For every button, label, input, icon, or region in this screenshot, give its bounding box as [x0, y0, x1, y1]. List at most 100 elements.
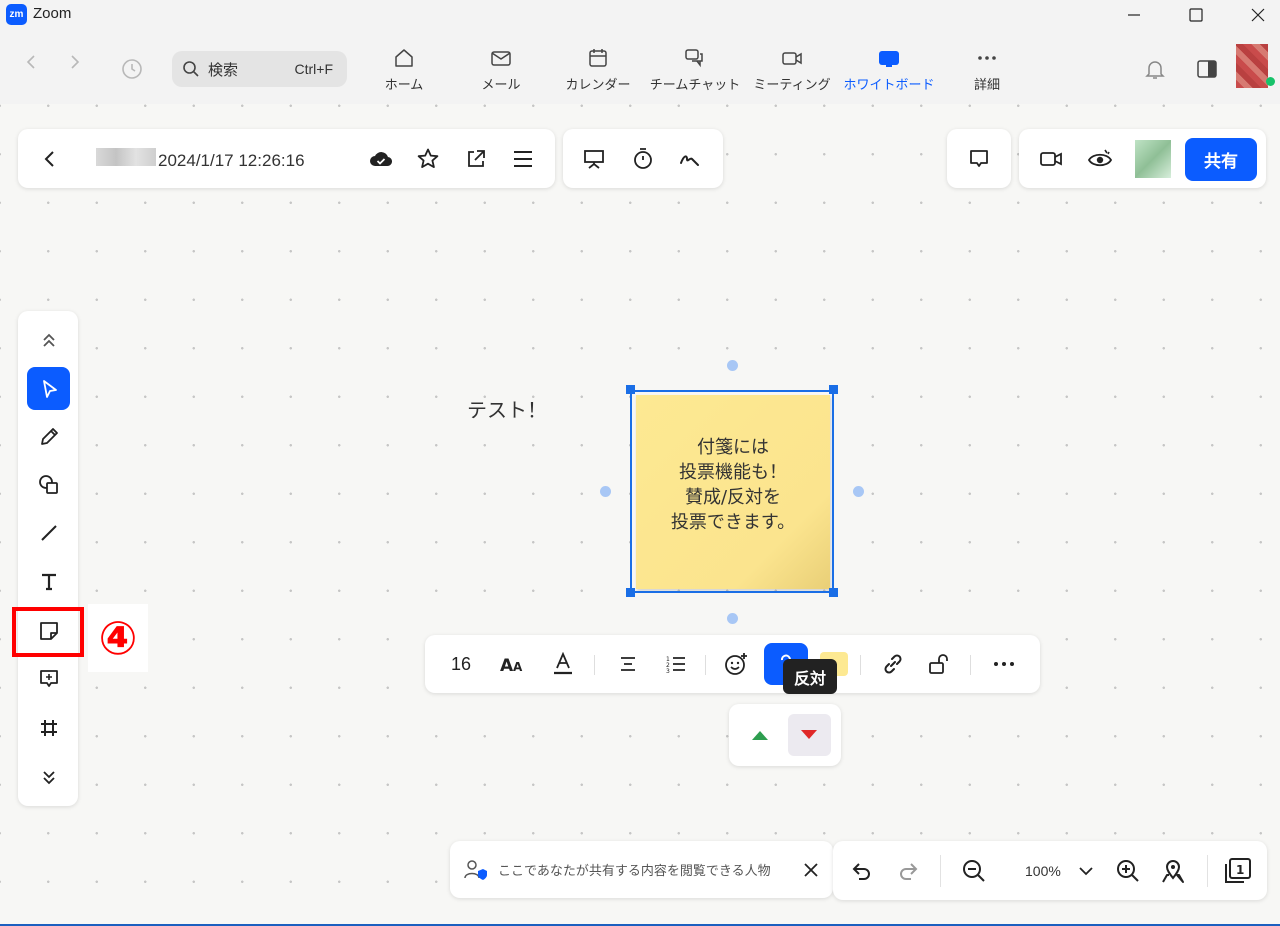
- collapse-toolbar-button[interactable]: [27, 318, 70, 361]
- comment-tool[interactable]: [27, 657, 70, 700]
- chevron-right-icon: [71, 55, 80, 69]
- align-button[interactable]: [615, 651, 641, 677]
- follow-view-button[interactable]: [1087, 146, 1113, 172]
- search-box[interactable]: 検索 Ctrl+F: [172, 51, 347, 87]
- add-comment-icon: [39, 669, 58, 687]
- pen-tool[interactable]: [27, 415, 70, 458]
- resize-handle-top-right[interactable]: [829, 385, 838, 394]
- participant-avatar[interactable]: [1135, 140, 1171, 178]
- emoji-add-icon: [725, 653, 747, 675]
- toolbar-separator: [705, 655, 706, 675]
- title-bar: zm Zoom: [0, 0, 1280, 30]
- text-color-button[interactable]: [549, 651, 577, 677]
- zoom-in-button[interactable]: [1115, 858, 1141, 884]
- notifications-button[interactable]: [1142, 56, 1168, 82]
- external-link-icon: [468, 150, 485, 167]
- user-avatar[interactable]: [1236, 44, 1268, 88]
- forward-nav-button[interactable]: [68, 54, 82, 75]
- vote-disagree-icon-wrap: [796, 722, 822, 748]
- connector-handle-left[interactable]: [600, 486, 611, 497]
- start-meeting-button[interactable]: [1038, 146, 1064, 172]
- font-size-selector[interactable]: 16: [445, 651, 477, 677]
- lock-button[interactable]: [927, 651, 953, 677]
- minimize-button[interactable]: [1111, 0, 1157, 30]
- annotation-step-number: ④: [88, 604, 148, 672]
- text-case-button[interactable]: AA: [497, 651, 529, 677]
- toolbar-separator: [594, 655, 595, 675]
- dismiss-notice-button[interactable]: [798, 857, 824, 883]
- whiteboard-header-panel: 2024/1/17 12:26:16: [18, 129, 555, 188]
- back-nav-button[interactable]: [24, 54, 38, 75]
- whiteboard-title[interactable]: 2024/1/17 12:26:16: [158, 151, 305, 171]
- expand-toolbar-button[interactable]: [27, 756, 70, 799]
- timer-button[interactable]: [630, 146, 656, 172]
- viewer-info-icon-wrap: [462, 857, 488, 883]
- tab-home[interactable]: ホーム: [380, 46, 428, 96]
- resize-handle-bottom-right[interactable]: [829, 588, 838, 597]
- zoom-level[interactable]: 100%: [1025, 863, 1061, 879]
- text-tool[interactable]: [27, 559, 70, 602]
- link-button[interactable]: [880, 651, 906, 677]
- zoom-dropdown-button[interactable]: [1075, 860, 1097, 882]
- separator: [1207, 855, 1208, 887]
- connector-handle-bottom[interactable]: [727, 613, 738, 624]
- favorite-button[interactable]: [415, 146, 441, 172]
- minimize-icon: [1128, 14, 1140, 16]
- signature-icon: [680, 155, 699, 166]
- signature-button[interactable]: [677, 146, 703, 172]
- star-icon: [417, 148, 439, 168]
- history-button[interactable]: [120, 57, 144, 86]
- sticky-note[interactable]: 付箋には 投票機能も！ 賛成/反対を 投票できます。: [636, 395, 830, 589]
- tab-calendar[interactable]: カレンダー: [566, 46, 631, 96]
- tab-meeting[interactable]: ミーティング: [753, 46, 831, 96]
- toolbar-separator: [970, 655, 971, 675]
- share-button[interactable]: 共有: [1185, 138, 1257, 181]
- map-location-button[interactable]: [1159, 857, 1187, 885]
- side-panel-button[interactable]: [1194, 56, 1220, 82]
- line-tool[interactable]: [27, 511, 70, 554]
- canvas-text-element[interactable]: テスト！: [467, 394, 547, 423]
- presentation-icon: [584, 150, 604, 169]
- connector-handle-right[interactable]: [853, 486, 864, 497]
- shapes-tool[interactable]: [27, 463, 70, 506]
- menu-button[interactable]: [510, 146, 536, 172]
- share-notice-text: ここであなたが共有する内容を閲覧できる人物: [498, 864, 771, 879]
- add-reaction-button[interactable]: [722, 650, 750, 678]
- resize-handle-top-left[interactable]: [626, 385, 635, 394]
- link-icon: [884, 654, 902, 674]
- chat-icon: [685, 49, 703, 68]
- frame-tool[interactable]: [27, 706, 70, 749]
- zoom-in-icon: [1117, 860, 1139, 882]
- open-external-button[interactable]: [463, 146, 489, 172]
- zoom-out-button[interactable]: [961, 858, 987, 884]
- cloud-save-button[interactable]: [368, 146, 394, 172]
- search-icon: [183, 61, 199, 77]
- pages-button[interactable]: 1: [1221, 856, 1253, 886]
- undo-button[interactable]: [849, 858, 875, 884]
- select-tool[interactable]: [27, 367, 70, 410]
- more-options-button[interactable]: [991, 651, 1017, 677]
- person-shield-icon: [464, 860, 487, 880]
- vote-disagree-button[interactable]: [788, 714, 831, 756]
- comments-button[interactable]: [966, 146, 992, 172]
- close-icon: [804, 863, 818, 877]
- tab-mail[interactable]: メール: [477, 46, 525, 96]
- tab-meeting-label: ミーティング: [753, 78, 831, 93]
- chevron-left-icon: [44, 151, 54, 167]
- resize-handle-bottom-left[interactable]: [626, 588, 635, 597]
- list-button[interactable]: 123: [663, 651, 689, 677]
- tab-whiteboard[interactable]: ホワイトボード: [844, 46, 935, 96]
- pages-icon: 1: [1225, 858, 1251, 883]
- maximize-button[interactable]: [1173, 0, 1219, 30]
- tab-more[interactable]: 詳細: [965, 46, 1009, 96]
- present-button[interactable]: [581, 146, 607, 172]
- tab-team-chat[interactable]: チームチャット: [650, 46, 740, 96]
- close-window-button[interactable]: [1235, 0, 1280, 30]
- back-button[interactable]: [38, 147, 62, 171]
- redo-button[interactable]: [895, 858, 921, 884]
- location-pin-icon: [1162, 860, 1184, 883]
- rotation-handle[interactable]: [727, 360, 738, 371]
- vote-agree-button[interactable]: [747, 722, 773, 748]
- chevron-down-icon: [1079, 867, 1093, 876]
- presentation-tools-panel: [563, 129, 723, 188]
